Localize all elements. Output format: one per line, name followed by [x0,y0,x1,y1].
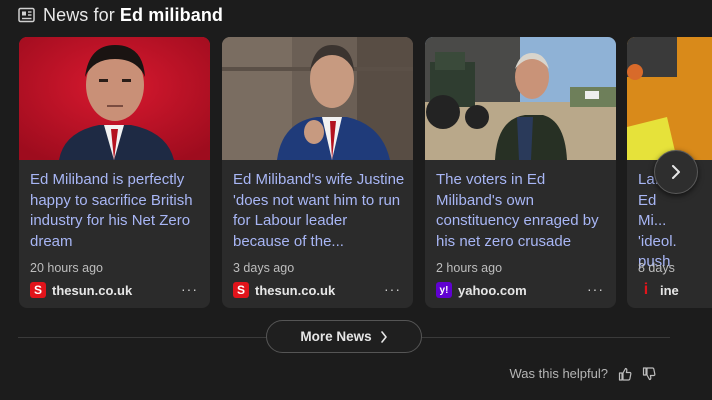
worker-image [627,37,712,160]
news-card[interactable]: The voters in Ed Miliband's own constitu… [425,37,616,308]
feedback-bar: Was this helpful? [509,366,656,381]
news-card-thumbnail[interactable] [627,37,712,160]
news-card-source-name: ine [660,282,679,298]
news-card-headline[interactable]: The voters in Ed Miliband's own constitu… [436,170,610,252]
carousel-next-button[interactable] [654,150,698,194]
news-card-source: S thesun.co.uk [233,281,335,299]
thesun-logo-icon: S [30,282,46,298]
news-carousel: Ed Miliband is perfectly happy to sacrif… [0,0,712,320]
more-news-label: More News [300,329,372,344]
thumbs-down-icon[interactable] [642,366,656,381]
chevron-right-icon [380,330,387,343]
news-card[interactable]: Ed Miliband is perfectly happy to sacrif… [19,37,210,308]
more-options-icon[interactable]: ··· [181,281,198,297]
news-card-source: y! yahoo.com [436,281,527,299]
news-card[interactable]: Ed Miliband's wife Justine 'does not wan… [222,37,413,308]
more-news-button[interactable]: More News [266,320,422,353]
news-card-source: i ine [638,281,679,299]
thumbs-up-icon[interactable] [618,367,632,381]
news-card-time: 20 hours ago [30,261,103,275]
more-options-icon[interactable]: ··· [384,281,401,297]
thesun-logo-icon: S [233,282,249,298]
news-card-thumbnail[interactable] [19,37,210,160]
news-card-thumbnail[interactable] [222,37,413,160]
portrait-image [222,37,413,160]
independent-logo-icon: i [643,281,649,298]
news-card-source-name: thesun.co.uk [52,282,133,298]
more-options-icon[interactable]: ··· [587,281,604,297]
portrait-image [19,37,210,160]
news-card-headline[interactable]: Ed Miliband's wife Justine 'does not wan… [233,170,407,252]
news-card-time: 2 hours ago [436,261,503,275]
news-card-thumbnail[interactable] [425,37,616,160]
news-card-time: 3 days ago [233,261,295,275]
news-card-time: 8 days [638,261,675,275]
news-card-headline[interactable]: Ed Miliband is perfectly happy to sacrif… [30,170,204,252]
news-card-source: S thesun.co.uk [30,281,132,299]
farm-image [425,37,616,160]
news-card-source-name: thesun.co.uk [255,282,336,298]
feedback-label: Was this helpful? [509,366,608,381]
chevron-right-icon [672,165,680,179]
yahoo-logo-icon: y! [436,282,452,298]
news-card-source-name: yahoo.com [458,282,527,298]
